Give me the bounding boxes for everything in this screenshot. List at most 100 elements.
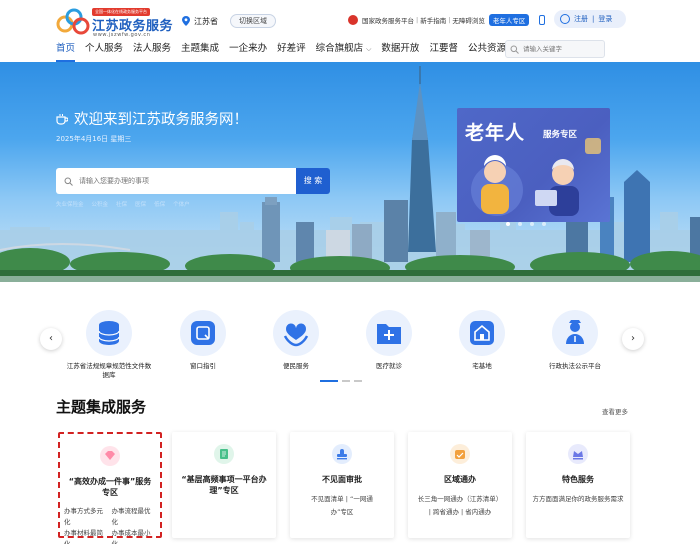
card-desc-item: 办事成本最小化 bbox=[111, 529, 151, 544]
card-desc-line: 长三角一网通办（江苏清单） bbox=[417, 495, 503, 503]
welcome-heading: 欢迎来到江苏政务服务网！ bbox=[56, 108, 248, 129]
coffee-cup-icon bbox=[56, 113, 68, 125]
current-location: 江苏省 bbox=[194, 16, 218, 26]
main-search-box bbox=[56, 168, 296, 194]
site-header: 全国一体化在线政务服务平台 江苏政务服务 www.jszwfw.gov.cn 江… bbox=[0, 0, 700, 38]
service-label: 江苏省法规规章规范性文件数据库 bbox=[66, 362, 152, 379]
switch-area-button[interactable]: 切换区域 bbox=[230, 14, 276, 28]
banner-dot[interactable] bbox=[542, 222, 546, 226]
welcome-text: 欢迎来到江苏政务服务网！ bbox=[74, 112, 248, 128]
nav-search-input[interactable] bbox=[523, 45, 603, 53]
mobile-icon[interactable] bbox=[539, 15, 546, 25]
logo-mark-icon bbox=[56, 8, 90, 35]
link-national-platform[interactable]: 国家政务服务平台 bbox=[362, 15, 414, 25]
nav-corporate[interactable]: 法人服务 bbox=[133, 38, 171, 62]
card-desc-item: 办事方式多元化 bbox=[64, 507, 103, 526]
main-nav: 首页 个人服务 法人服务 主题集成 一企来办 好差评 综合旗舰店 ⌵ 数据开放 江… bbox=[0, 38, 700, 62]
service-item[interactable]: 窗口指引 bbox=[158, 310, 248, 371]
main-search-input[interactable] bbox=[79, 177, 279, 185]
services-pager bbox=[320, 380, 362, 382]
search-button[interactable]: 搜 索 bbox=[296, 168, 330, 194]
service-label: 便民服务 bbox=[283, 362, 309, 370]
next-arrow-button[interactable]: › bbox=[622, 328, 644, 350]
approval-icon bbox=[332, 444, 352, 464]
hot-word[interactable]: 社保 bbox=[116, 200, 127, 208]
diamond-icon bbox=[100, 446, 120, 466]
card-title: “高效办成一件事”服务专区 bbox=[68, 477, 152, 497]
theme-card[interactable]: 特色服务 方方面面满足你的政务服务需求 bbox=[526, 432, 630, 538]
search-icon bbox=[64, 177, 73, 186]
quick-services: ‹ 江苏省法规规章规范性文件数据库 窗口指引 便民服务 医疗就诊 宅基地 行政执… bbox=[0, 308, 700, 386]
nav-flagship[interactable]: 综合旗舰店 ⌵ bbox=[316, 38, 372, 62]
pager-dot[interactable] bbox=[342, 380, 350, 382]
card-desc-item: 办事流程最优化 bbox=[111, 507, 151, 526]
prev-arrow-button[interactable]: ‹ bbox=[40, 328, 62, 350]
card-desc-line: | 跨省通办 | 省内通办 bbox=[428, 508, 492, 516]
location-pin-icon bbox=[182, 16, 190, 26]
hot-word[interactable]: 公积金 bbox=[92, 200, 109, 208]
site-logo[interactable]: 全国一体化在线政务服务平台 江苏政务服务 www.jszwfw.gov.cn bbox=[56, 6, 186, 38]
nav-personal[interactable]: 个人服务 bbox=[85, 38, 123, 62]
national-emblem-icon bbox=[348, 15, 358, 25]
database-icon bbox=[86, 310, 132, 356]
view-more-link[interactable]: 查看更多 bbox=[602, 406, 628, 416]
card-description: 不见面清单 | “一网通 办”专区 bbox=[290, 493, 394, 519]
card-desc-row: 办事材料最简化 办事成本最小化 bbox=[64, 528, 156, 544]
service-item[interactable]: 宅基地 bbox=[437, 310, 527, 371]
theme-card[interactable]: “高效办成一件事”服务专区 办事方式多元化 办事流程最优化 办事材料最简化 办事… bbox=[58, 432, 162, 544]
card-desc-line: 方方面面满足你的政务服务需求 bbox=[532, 495, 624, 503]
service-item[interactable]: 行政执法公示平台 bbox=[530, 310, 620, 371]
nav-rating[interactable]: 好差评 bbox=[277, 38, 306, 62]
current-date: 2025年4月16日 星期三 bbox=[56, 135, 132, 143]
region-icon bbox=[450, 444, 470, 464]
hot-word[interactable]: 医保 bbox=[135, 200, 146, 208]
medical-folder-icon bbox=[366, 310, 412, 356]
card-description: 长三角一网通办（江苏清单） | 跨省通办 | 省内通办 bbox=[408, 493, 512, 519]
officer-icon bbox=[552, 310, 598, 356]
link-accessibility[interactable]: 无障碍浏览 bbox=[452, 15, 485, 25]
top-links: 国家政务服务平台 | 新手指南 | 无障碍浏览 老年人专区 bbox=[348, 14, 546, 26]
card-title: 区域通办 bbox=[444, 475, 476, 484]
card-desc-row: 办事方式多元化 办事流程最优化 bbox=[64, 506, 156, 528]
card-desc-line: 不见面清单 | “一网通 bbox=[311, 495, 373, 503]
nav-supervise[interactable]: 江要督 bbox=[429, 38, 458, 62]
separator: | bbox=[448, 16, 451, 24]
hot-word[interactable]: 失业保险金 bbox=[56, 200, 84, 208]
house-icon bbox=[459, 310, 505, 356]
nav-enterprise[interactable]: 一企来办 bbox=[229, 38, 267, 62]
link-beginner-guide[interactable]: 新手指南 bbox=[420, 15, 446, 25]
banner-dot[interactable] bbox=[518, 222, 522, 226]
hot-word[interactable]: 个体户 bbox=[173, 200, 190, 208]
nav-open-data[interactable]: 数据开放 bbox=[381, 38, 419, 62]
elder-zone-button[interactable]: 老年人专区 bbox=[488, 14, 530, 26]
service-item[interactable]: 江苏省法规规章规范性文件数据库 bbox=[64, 310, 154, 380]
banner-dot[interactable] bbox=[506, 222, 510, 226]
login-link[interactable]: 登录 bbox=[598, 14, 612, 24]
elder-zone-card[interactable]: 老年人 服务专区 bbox=[457, 108, 610, 222]
pager-dot[interactable] bbox=[320, 380, 338, 382]
service-label: 医疗就诊 bbox=[376, 362, 402, 370]
service-item[interactable]: 便民服务 bbox=[251, 310, 341, 371]
card-desc-line: 办”专区 bbox=[330, 508, 354, 516]
service-item[interactable]: 医疗就诊 bbox=[344, 310, 434, 371]
crown-icon bbox=[568, 444, 588, 464]
document-icon bbox=[214, 444, 234, 464]
nav-theme[interactable]: 主题集成 bbox=[181, 38, 219, 62]
card-title: “基层高频事项一平台办理”专区 bbox=[181, 475, 267, 495]
register-link[interactable]: 注册 bbox=[574, 14, 588, 24]
pager-dot[interactable] bbox=[354, 380, 362, 382]
card-description: 办事方式多元化 办事流程最优化 办事材料最简化 办事成本最小化 bbox=[60, 506, 160, 544]
nav-home[interactable]: 首页 bbox=[56, 38, 76, 62]
card-description: 方方面面满足你的政务服务需求 bbox=[526, 493, 630, 506]
nav-flagship-label: 综合旗舰店 bbox=[315, 43, 364, 54]
theme-card[interactable]: 区域通办 长三角一网通办（江苏清单） | 跨省通办 | 省内通办 bbox=[408, 432, 512, 538]
theme-card[interactable]: “基层高频事项一平台办理”专区 bbox=[172, 432, 276, 538]
theme-card[interactable]: 不见面审批 不见面清单 | “一网通 办”专区 bbox=[290, 432, 394, 538]
elderly-people-illustration bbox=[471, 138, 601, 216]
user-icon bbox=[560, 14, 570, 24]
hot-word[interactable]: 低保 bbox=[154, 200, 165, 208]
banner-dot[interactable] bbox=[530, 222, 534, 226]
service-label: 窗口指引 bbox=[190, 362, 216, 370]
hot-searches: 失业保险金 公积金 社保 医保 低保 个体户 bbox=[56, 200, 190, 208]
window-guide-icon bbox=[180, 310, 226, 356]
